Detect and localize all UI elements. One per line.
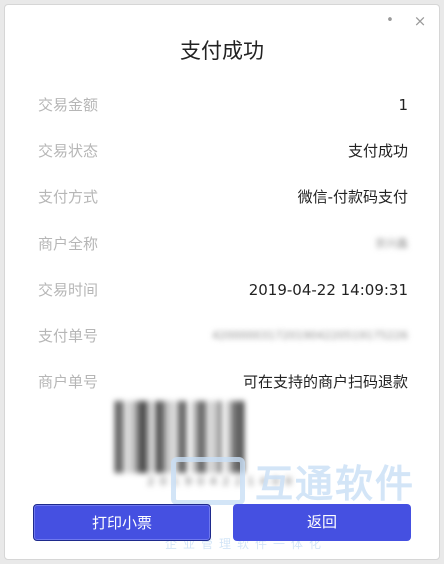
barcode-bar: [162, 401, 166, 473]
barcode-bar: [232, 401, 237, 473]
detail-label: 交易状态: [38, 142, 99, 160]
detail-value: 2019-04-22 14:09:31: [248, 281, 408, 299]
detail-row-merchant-no: 商户单号 可在支持的商户扫码退款: [38, 370, 408, 394]
barcode-bar: [129, 401, 131, 473]
detail-value: 支付成功: [347, 142, 408, 160]
barcode-bar: [115, 401, 120, 473]
detail-value-redacted: 京兴鑫: [375, 237, 408, 250]
detail-row-time: 交易时间 2019-04-22 14:09:31: [38, 278, 408, 302]
detail-label: 交易金额: [38, 96, 99, 114]
detail-label: 支付方式: [38, 188, 99, 206]
detail-label: 商户全称: [38, 235, 99, 253]
detail-label: 支付单号: [38, 327, 99, 345]
barcode-bar: [135, 401, 139, 473]
barcode-bar: [181, 401, 187, 473]
barcode-bar: [177, 401, 181, 473]
detail-value: 可在支持的商户扫码退款: [242, 373, 408, 391]
detail-value: 1: [398, 96, 408, 114]
barcode-bar: [193, 401, 195, 473]
barcode-bar: [203, 401, 207, 473]
detail-row-amount: 交易金额 1: [38, 93, 408, 117]
detail-row-status: 交易状态 支付成功: [38, 139, 408, 163]
barcode-bar: [212, 401, 214, 473]
detail-row-payment-no: 支付单号 4200000317201904220519175226: [38, 324, 408, 348]
close-icon[interactable]: ×: [412, 13, 428, 29]
payment-success-dialog: • × 支付成功 交易金额 1 交易状态 支付成功 支付方式 微信-付款码支付 …: [4, 4, 440, 560]
barcode-number: 2 0 1 9 0 4 2 2 1 4 0 9: [147, 475, 293, 488]
print-receipt-button[interactable]: 打印小票: [33, 504, 211, 541]
barcode-bars: [115, 401, 245, 473]
detail-label: 商户单号: [38, 373, 99, 391]
barcode-bar: [155, 401, 162, 473]
barcode-bar: [197, 401, 202, 473]
barcode-bar: [228, 401, 230, 473]
detail-row-method: 支付方式 微信-付款码支付: [38, 185, 408, 209]
detail-value: 微信-付款码支付: [297, 188, 408, 206]
minimize-icon[interactable]: •: [382, 13, 398, 29]
barcode-bar: [170, 401, 172, 473]
back-button[interactable]: 返回: [233, 504, 411, 541]
detail-row-merchant: 商户全称 京兴鑫: [38, 232, 408, 256]
barcode-bar: [139, 401, 147, 473]
detail-value-redacted: 4200000317201904220519175226: [212, 329, 408, 342]
barcode-bar: [238, 401, 245, 473]
barcode: 2 0 1 9 0 4 2 2 1 4 0 9: [115, 401, 325, 493]
barcode-bar: [120, 401, 124, 473]
barcode-bar: [217, 401, 221, 473]
dialog-title: 支付成功: [180, 39, 264, 63]
detail-label: 交易时间: [38, 281, 99, 299]
barcode-bar: [149, 401, 152, 473]
